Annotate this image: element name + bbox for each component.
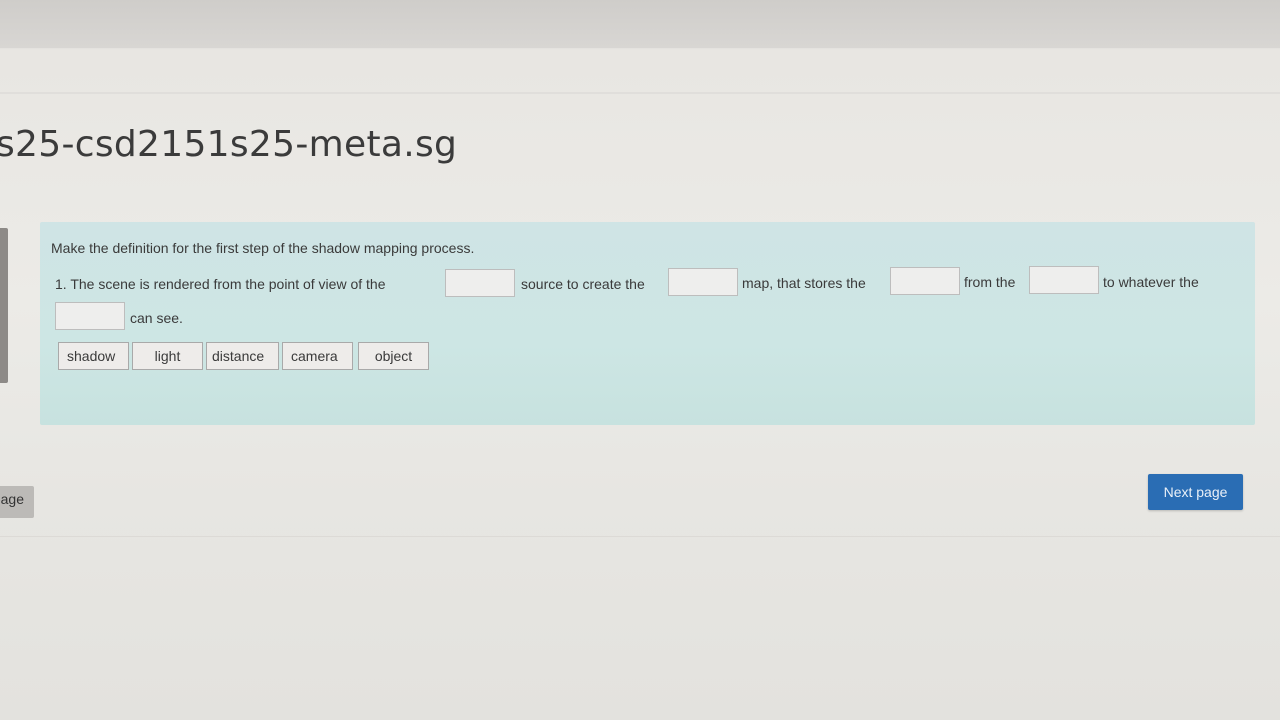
drop-zone-2[interactable] <box>668 268 738 296</box>
next-page-button[interactable]: Next page <box>1148 474 1243 510</box>
choice-light[interactable]: light <box>132 342 203 370</box>
page-title: s25-csd2151s25-meta.sg <box>0 124 458 165</box>
footer-divider <box>0 536 1280 537</box>
previous-page-label: Previous page <box>0 491 24 507</box>
drop-zone-1[interactable] <box>445 269 515 297</box>
question-instruction: Make the definition for the first step o… <box>51 240 475 256</box>
previous-page-button[interactable]: Previous page <box>0 486 34 518</box>
question-panel: Make the definition for the first step o… <box>40 222 1255 425</box>
question-text-segment-2: source to create the <box>521 276 645 292</box>
question-text-segment-1: 1. The scene is rendered from the point … <box>55 276 386 292</box>
question-text-segment-6: can see. <box>130 310 183 326</box>
drop-zone-4[interactable] <box>1029 266 1099 294</box>
choice-distance[interactable]: distance <box>206 342 279 370</box>
drop-zone-5[interactable] <box>55 302 125 330</box>
question-text-segment-4: from the <box>964 274 1016 290</box>
browser-top-bar <box>0 0 1280 48</box>
choice-shadow[interactable]: shadow <box>58 342 129 370</box>
header-divider <box>0 92 1280 94</box>
question-text-segment-5: to whatever the <box>1103 274 1199 290</box>
choice-object[interactable]: object <box>358 342 429 370</box>
quiz-navigation-tab[interactable] <box>0 228 8 383</box>
drop-zone-3[interactable] <box>890 267 960 295</box>
question-text-segment-3: map, that stores the <box>742 275 866 291</box>
choice-camera[interactable]: camera <box>282 342 353 370</box>
